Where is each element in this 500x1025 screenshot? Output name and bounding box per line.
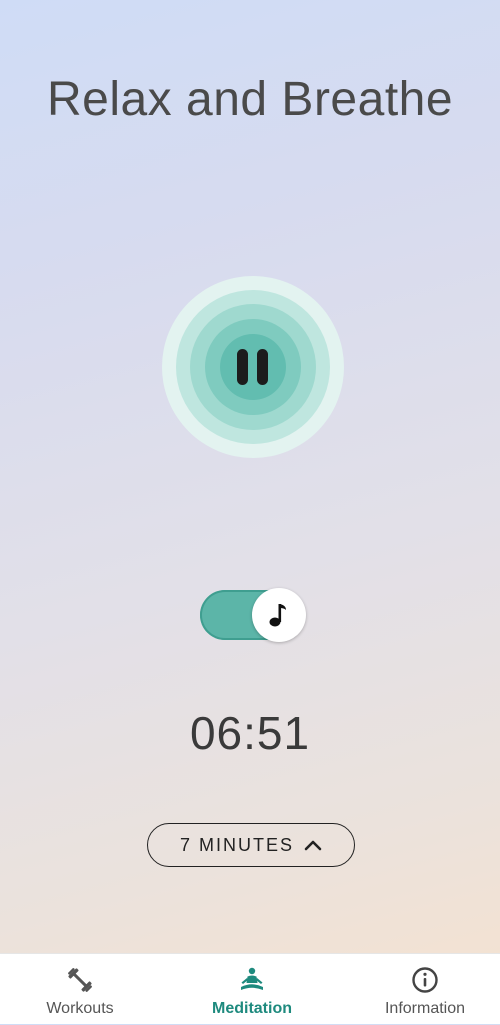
duration-selector-button[interactable]: 7 MINUTES xyxy=(147,823,355,867)
music-toggle[interactable] xyxy=(200,588,306,642)
nav-item-information[interactable]: Information xyxy=(345,954,500,1025)
nav-item-workouts[interactable]: Workouts xyxy=(0,954,160,1025)
music-note-icon xyxy=(269,604,286,627)
page-title: Relax and Breathe xyxy=(46,73,454,126)
nav-item-meditation[interactable]: Meditation xyxy=(172,954,332,1025)
duration-label: 7 MINUTES xyxy=(179,834,294,855)
toggle-knob xyxy=(252,588,306,642)
bottom-navigation: Workouts Meditation Information xyxy=(0,953,500,1024)
dumbbell-icon xyxy=(68,968,92,992)
play-pause-button[interactable] xyxy=(162,276,344,458)
nav-label-information: Information xyxy=(384,1000,466,1017)
chevron-up-icon xyxy=(304,840,322,851)
pause-icon xyxy=(235,349,271,385)
nav-label-meditation: Meditation xyxy=(212,1000,292,1017)
nav-label-workouts: Workouts xyxy=(46,1000,114,1017)
meditation-icon xyxy=(241,967,263,990)
meditation-screen: Relax and Breathe 06:51 7 MINUTES xyxy=(0,0,500,953)
info-icon xyxy=(412,967,438,993)
countdown-timer: 06:51 xyxy=(189,707,311,759)
